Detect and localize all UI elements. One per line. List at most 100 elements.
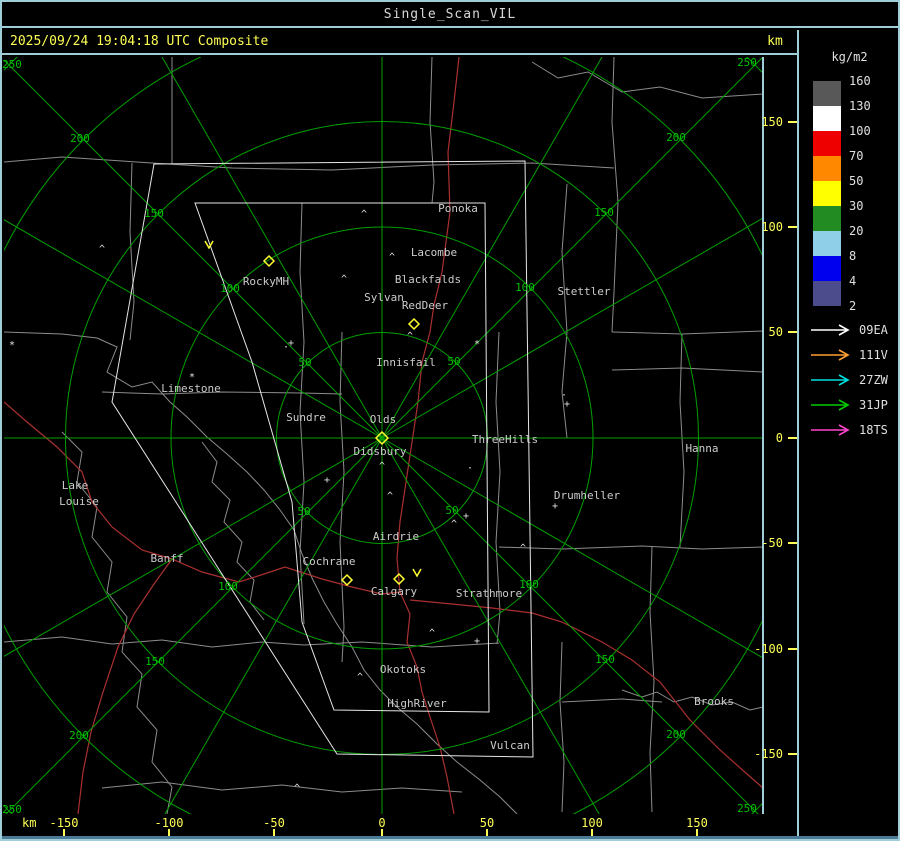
colorbar-swatch <box>813 156 841 181</box>
town-marker: * <box>474 339 480 350</box>
city-label-ponoka: Ponoka <box>438 202 478 215</box>
town-marker: ^ <box>357 672 363 683</box>
highway-line <box>409 599 763 789</box>
city-label-highriver: HighRiver <box>387 697 447 710</box>
colorbar-value-label: 50 <box>849 174 864 188</box>
city-label-threehills: ThreeHills <box>472 433 538 446</box>
radar-legend-row-09ea: 09EA <box>809 322 888 338</box>
town-marker: ^ <box>429 628 435 639</box>
town-marker: * <box>9 340 15 351</box>
radar-map-svg: ^^^^^^^^^^^^++++++*** ···5010015020025050… <box>2 57 797 814</box>
radar-arrow-icon <box>811 349 850 361</box>
colorbar-swatch <box>813 131 841 156</box>
colorbar-swatch <box>813 231 841 256</box>
scan-coverage-outline <box>111 160 534 758</box>
colorbar-value-label: 8 <box>849 249 857 263</box>
radar-site-icon[interactable] <box>340 573 354 587</box>
bottom-axis-tick-label: -100 <box>154 816 184 830</box>
right-axis-tick-label: -150 <box>754 747 783 761</box>
range-ring-label: 250 <box>737 57 757 69</box>
title-bar: Single_Scan_VIL <box>2 2 898 28</box>
page-title: Single_Scan_VIL <box>383 7 517 22</box>
wind-vane-icon <box>412 568 422 578</box>
town-marker: ^ <box>341 274 347 285</box>
range-ring-label: 200 <box>666 728 686 741</box>
range-ring-label: 50 <box>447 355 460 368</box>
town-marker: + <box>324 475 330 486</box>
city-label-calgary: Calgary <box>371 585 418 598</box>
county-boundary <box>621 689 763 711</box>
range-ring-label: 150 <box>594 206 614 219</box>
scan-datetime: 2025/09/24 19:04:18 UTC Composite <box>10 34 269 49</box>
town-marker: ^ <box>520 543 526 554</box>
town-marker: · <box>561 390 567 401</box>
town-marker: ^ <box>99 244 105 255</box>
bottom-axis-tick-label: 0 <box>378 816 386 830</box>
bottom-axis-tick <box>591 829 593 836</box>
town-marker: · <box>283 342 289 353</box>
county-boundary <box>429 57 435 204</box>
bottom-axis-tick-label: 50 <box>479 816 495 830</box>
radar-site-icon[interactable] <box>407 317 421 331</box>
county-boundary <box>611 57 619 333</box>
town-marker: ^ <box>407 331 413 342</box>
radar-id-label: 18TS <box>859 423 888 437</box>
town-marker: ^ <box>389 252 395 263</box>
bottom-axis-tick <box>63 829 65 836</box>
city-label-drumheller: Drumheller <box>554 489 621 502</box>
azimuth-spoke <box>164 437 383 814</box>
radar-arrow-icon <box>811 374 850 386</box>
colorbar-value-label: 100 <box>849 124 871 138</box>
city-label-blackfalds: Blackfalds <box>395 273 461 286</box>
radar-legend-row-111v: 111V <box>809 347 888 363</box>
county-boundary <box>611 330 763 335</box>
colorbar-value-label: 2 <box>849 299 857 313</box>
city-label-reddeer: RedDeer <box>402 299 449 312</box>
range-ring-label: 250 <box>737 802 757 814</box>
radar-legend-row-31jp: 31JP <box>809 397 888 413</box>
range-ring-label: 50 <box>297 505 310 518</box>
town-marker: + <box>463 511 469 522</box>
city-label-vulcan: Vulcan <box>490 739 530 752</box>
range-ring-label: 250 <box>2 58 22 71</box>
town-marker: + <box>552 501 558 512</box>
bottom-axis: km -150 -100 -50 0 50 100 150 <box>2 814 797 836</box>
town-marker: ^ <box>379 461 385 472</box>
radar-arrow-icon <box>811 324 850 336</box>
header-row: 2025/09/24 19:04:18 UTC Composite km <box>2 30 797 55</box>
range-ring-label: 50 <box>445 504 458 517</box>
radar-legend-row-18ts: 18TS <box>809 422 888 438</box>
county-boundary <box>101 781 463 793</box>
city-label-olds: Olds <box>370 413 397 426</box>
range-ring-label: 100 <box>515 281 535 294</box>
county-boundary <box>201 441 265 621</box>
colorbar-value-label: 4 <box>849 274 857 288</box>
colorbar-unit-label: kg/m2 <box>831 50 868 64</box>
county-boundary <box>303 641 500 648</box>
right-axis-tick-label: 50 <box>769 325 783 339</box>
range-ring-label: 250 <box>2 803 22 814</box>
city-label-lake: Lake <box>62 479 89 492</box>
city-label-banff: Banff <box>150 552 183 565</box>
colorbar-value-label: 160 <box>849 74 871 88</box>
town-marker: ^ <box>294 783 300 794</box>
radar-id-label: 27ZW <box>859 373 888 387</box>
range-ring-label: 150 <box>595 653 615 666</box>
city-label-airdrie: Airdrie <box>373 530 419 543</box>
bottom-axis-tick-label: 150 <box>686 816 708 830</box>
right-axis-tick-label: 0 <box>776 431 783 445</box>
colorbar-value-label: 30 <box>849 199 864 213</box>
city-label-brooks: Brooks <box>694 695 734 708</box>
colorbar-swatch <box>813 181 841 206</box>
range-ring-label: 100 <box>220 282 240 295</box>
bottom-status-bar <box>2 836 898 839</box>
county-boundary <box>531 61 763 99</box>
radar-map-canvas[interactable]: ^ ^ ^ ^ ^ ^ ^ ^ ^ ^ ^ ^ + + + + + + * * * · · · 50 100 150 200 250 50… <box>2 57 797 814</box>
bottom-axis-tick <box>273 829 275 836</box>
colorbar-swatch <box>813 256 841 281</box>
city-label-didsbury: Didsbury <box>354 445 407 458</box>
county-boundary <box>498 545 763 550</box>
range-ring-label: 150 <box>145 655 165 668</box>
bottom-axis-tick <box>168 829 170 836</box>
colorbar-swatch <box>813 281 841 306</box>
